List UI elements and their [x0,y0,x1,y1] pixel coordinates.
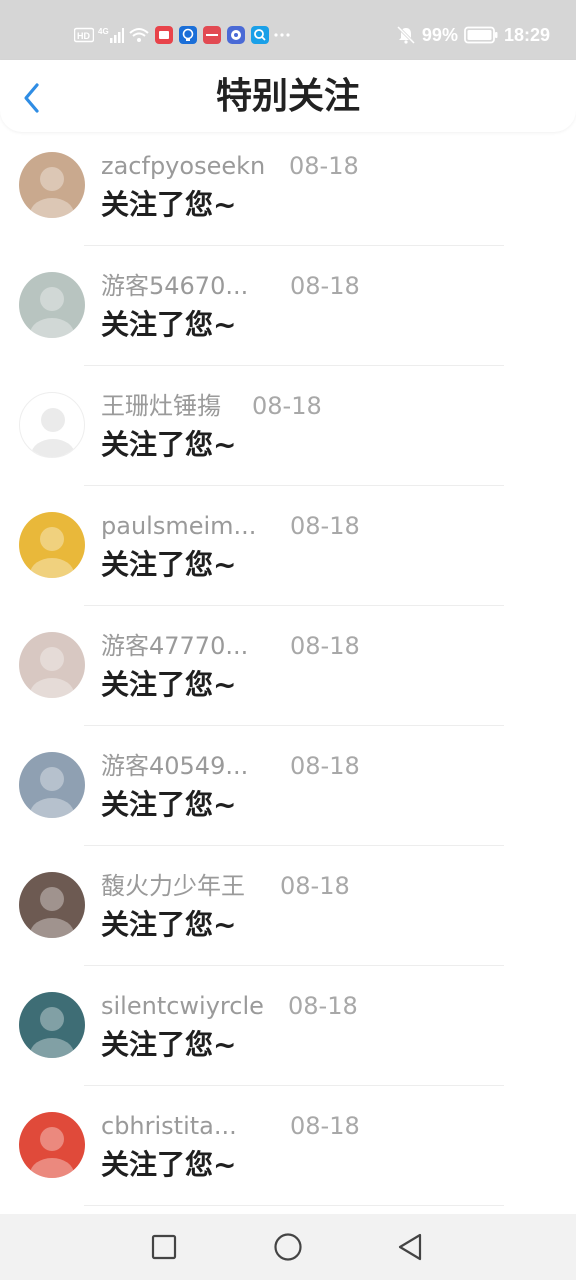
avatar[interactable] [19,512,85,578]
avatar-image [30,887,74,938]
message-text: 关注了您~ [101,548,237,581]
timestamp: 08-18 [290,752,360,780]
list-item[interactable]: 王珊灶锤摥 08-18 关注了您~ [0,372,576,492]
username[interactable]: 游客54670... [101,271,248,301]
username[interactable]: silentcwiyrcle [101,991,264,1021]
row-divider [84,965,504,966]
row-divider [84,725,504,726]
battery-icon [464,26,498,44]
list-item[interactable]: paulsmeim... 08-18 关注了您~ [0,492,576,612]
row-divider [84,1205,504,1206]
timestamp: 08-18 [290,512,360,540]
username[interactable]: 游客40549... [101,751,248,781]
message-text: 关注了您~ [101,428,237,461]
avatar-image [31,408,75,457]
home-circle-icon [274,1233,302,1261]
wifi-icon [128,26,150,44]
timestamp: 08-18 [290,272,360,300]
app-notification-red-icon [154,25,174,45]
app-notification-music-icon [226,25,246,45]
list-item[interactable]: 游客40549... 08-18 关注了您~ [0,732,576,852]
status-right: 99% 18:29 [396,20,550,50]
page-title: 特别关注 [215,76,360,117]
list-item[interactable]: 游客47770... 08-18 关注了您~ [0,612,576,732]
status-bar: HD 4G 99% 18:29 [0,0,576,60]
row-divider [84,245,504,246]
message-text: 关注了您~ [101,308,237,341]
avatar[interactable] [19,272,85,338]
message-text: 关注了您~ [101,1028,237,1061]
page-header: 特别关注 [0,60,576,132]
avatar[interactable] [19,152,85,218]
recents-button[interactable] [147,1230,181,1264]
app-notification-search-icon [250,25,270,45]
username[interactable]: 王珊灶锤摥 [101,391,221,421]
avatar-image [30,527,74,578]
username[interactable]: 馥火力少年王 [101,871,245,901]
message-text: 关注了您~ [101,188,237,221]
home-button[interactable] [271,1230,305,1264]
row-divider [84,605,504,606]
timestamp: 08-18 [290,1112,360,1140]
message-text: 关注了您~ [101,908,237,941]
avatar[interactable] [19,752,85,818]
mute-bell-icon [396,25,416,45]
timestamp: 08-18 [289,152,359,180]
username[interactable]: paulsmeim... [101,511,256,541]
hd-icon: HD [74,27,94,43]
username[interactable]: 游客47770... [101,631,248,661]
username[interactable]: zacfpyoseekn [101,151,265,181]
timestamp: 08-18 [288,992,358,1020]
battery-percent: 99% [421,24,458,45]
recents-square-icon [151,1234,177,1260]
avatar[interactable] [19,632,85,698]
avatar[interactable] [19,392,85,458]
avatar-image [30,287,74,338]
avatar-image [30,167,74,218]
list-item[interactable]: silentcwiyrcle 08-18 关注了您~ [0,972,576,1092]
avatar-image [30,647,74,698]
clock-time: 18:29 [503,24,550,45]
app-notification-blue-icon [178,25,198,45]
avatar[interactable] [19,872,85,938]
row-divider [84,1085,504,1086]
notification-list: zacfpyoseekn 08-18 关注了您~ 游客54670... 08-18 关注了… [0,132,576,1212]
app-notification-red2-icon [202,25,222,45]
row-divider [84,845,504,846]
4g-signal-icon: 4G [98,26,124,44]
message-text: 关注了您~ [101,788,237,821]
avatar-image [30,1007,74,1058]
system-nav-bar [0,1214,576,1280]
row-divider [84,485,504,486]
avatar[interactable] [19,992,85,1058]
avatar-image [30,1127,74,1178]
list-item[interactable]: 游客54670... 08-18 关注了您~ [0,252,576,372]
row-divider [84,365,504,366]
svg-text:4G: 4G [98,27,109,36]
timestamp: 08-18 [280,872,350,900]
back-triangle-icon [398,1233,422,1261]
nav-back-button[interactable] [393,1230,427,1264]
timestamp: 08-18 [290,632,360,660]
message-text: 关注了您~ [101,1148,237,1181]
status-left-icons: HD 4G [74,22,290,48]
avatar[interactable] [19,1112,85,1178]
message-text: 关注了您~ [101,668,237,701]
timestamp: 08-18 [252,392,322,420]
svg-text:HD: HD [77,31,90,41]
list-item[interactable]: zacfpyoseekn 08-18 关注了您~ [0,132,576,252]
username[interactable]: cbhristita... [101,1111,237,1141]
list-item[interactable]: 馥火力少年王 08-18 关注了您~ [0,852,576,972]
list-item[interactable]: cbhristita... 08-18 关注了您~ [0,1092,576,1212]
more-dots-icon [274,32,290,38]
avatar-image [30,767,74,818]
